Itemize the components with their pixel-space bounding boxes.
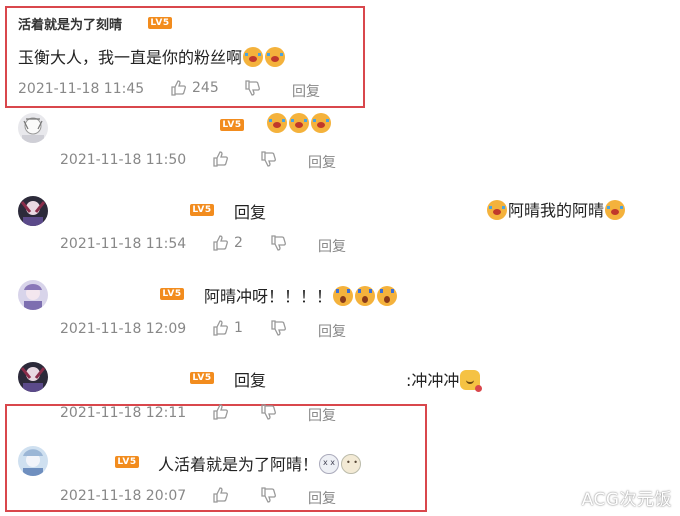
crying-emoji-icon bbox=[289, 113, 309, 133]
thumbs-down-icon bbox=[261, 151, 276, 167]
dislike-button[interactable] bbox=[270, 320, 286, 336]
thumbs-down-icon bbox=[261, 404, 276, 420]
crying-emoji-icon bbox=[265, 47, 286, 67]
like-count: 2 bbox=[234, 235, 243, 251]
comment-content: 阿晴冲呀！！！！ bbox=[204, 283, 398, 307]
comment-content bbox=[266, 113, 332, 133]
level-badge: LV5 bbox=[115, 456, 139, 468]
avatar-image bbox=[22, 117, 44, 143]
thumbs-up-icon bbox=[213, 320, 228, 336]
dislike-button[interactable] bbox=[260, 404, 276, 420]
reply-button[interactable]: 回复 bbox=[292, 81, 320, 101]
reply-button[interactable]: 回复 bbox=[308, 405, 336, 425]
level-badge: LV5 bbox=[220, 119, 244, 131]
comment-timestamp: 2021-11-18 11:45 bbox=[18, 81, 145, 97]
comment-timestamp: 2021-11-18 20:07 bbox=[60, 488, 187, 504]
comment-username[interactable]: 活着就是为了刻晴 bbox=[18, 14, 122, 33]
crying-emoji-icon bbox=[605, 200, 626, 220]
crying-emoji-icon bbox=[487, 200, 507, 220]
dislike-button[interactable] bbox=[244, 80, 260, 96]
comment-timestamp: 2021-11-18 11:54 bbox=[60, 236, 187, 252]
comment-content: :冲冲冲 bbox=[406, 367, 483, 392]
thumbs-down-icon bbox=[271, 320, 286, 336]
thumbs-up-icon bbox=[213, 404, 228, 420]
avatar[interactable] bbox=[18, 280, 48, 310]
like-button[interactable]: 1 bbox=[212, 320, 243, 336]
reply-button[interactable]: 回复 bbox=[318, 321, 346, 341]
comment-content: 玉衡大人，我一直是你的粉丝啊 bbox=[18, 44, 286, 68]
thumbs-down-icon bbox=[261, 487, 276, 503]
avatar-image bbox=[20, 367, 46, 392]
bunny-emoji-icon bbox=[341, 454, 362, 474]
shocked-emoji-icon bbox=[333, 286, 354, 306]
crying-emoji-icon bbox=[243, 47, 264, 67]
level-badge: LV5 bbox=[190, 204, 214, 216]
reply-prefix[interactable]: 回复 bbox=[234, 367, 266, 391]
cat-emoji-icon bbox=[460, 370, 483, 392]
avatar[interactable] bbox=[18, 362, 48, 392]
like-button[interactable] bbox=[212, 487, 234, 503]
thumbs-up-icon bbox=[213, 151, 228, 167]
like-count: 245 bbox=[192, 80, 219, 96]
reply-prefix[interactable]: 回复 bbox=[234, 199, 266, 223]
bunny-emoji-icon bbox=[319, 454, 340, 474]
like-button[interactable] bbox=[212, 151, 234, 167]
avatar-image bbox=[24, 284, 42, 310]
avatar[interactable] bbox=[18, 113, 48, 143]
comment-content: 阿晴我的阿晴 bbox=[486, 197, 626, 221]
watermark: ACG次元饭 bbox=[581, 490, 672, 510]
avatar[interactable] bbox=[18, 446, 48, 476]
avatar-image bbox=[23, 449, 43, 476]
dislike-button[interactable] bbox=[260, 487, 276, 503]
level-badge: LV5 bbox=[190, 372, 214, 384]
crying-emoji-icon bbox=[311, 113, 331, 133]
avatar[interactable] bbox=[18, 196, 48, 226]
thumbs-up-icon bbox=[171, 80, 186, 96]
comment-timestamp: 2021-11-18 12:11 bbox=[60, 405, 187, 421]
reply-button[interactable]: 回复 bbox=[308, 488, 336, 508]
comment-content: 人活着就是为了阿晴！ bbox=[158, 451, 362, 475]
like-button[interactable] bbox=[212, 404, 234, 420]
crying-emoji-icon bbox=[267, 113, 287, 133]
thumbs-up-icon bbox=[213, 235, 228, 251]
dislike-button[interactable] bbox=[270, 235, 286, 251]
level-badge: LV5 bbox=[148, 17, 172, 29]
level-badge: LV5 bbox=[160, 288, 184, 300]
avatar-image bbox=[20, 201, 46, 226]
like-button[interactable]: 245 bbox=[170, 80, 219, 96]
thumbs-down-icon bbox=[245, 80, 260, 96]
like-count: 1 bbox=[234, 320, 243, 336]
comment-timestamp: 2021-11-18 12:09 bbox=[60, 321, 187, 337]
reply-button[interactable]: 回复 bbox=[318, 236, 346, 256]
dislike-button[interactable] bbox=[260, 151, 276, 167]
thumbs-up-icon bbox=[213, 487, 228, 503]
like-button[interactable]: 2 bbox=[212, 235, 243, 251]
comment-timestamp: 2021-11-18 11:50 bbox=[60, 152, 187, 168]
reply-button[interactable]: 回复 bbox=[308, 152, 336, 172]
shocked-emoji-icon bbox=[377, 286, 398, 306]
shocked-emoji-icon bbox=[355, 286, 376, 306]
thumbs-down-icon bbox=[271, 235, 286, 251]
